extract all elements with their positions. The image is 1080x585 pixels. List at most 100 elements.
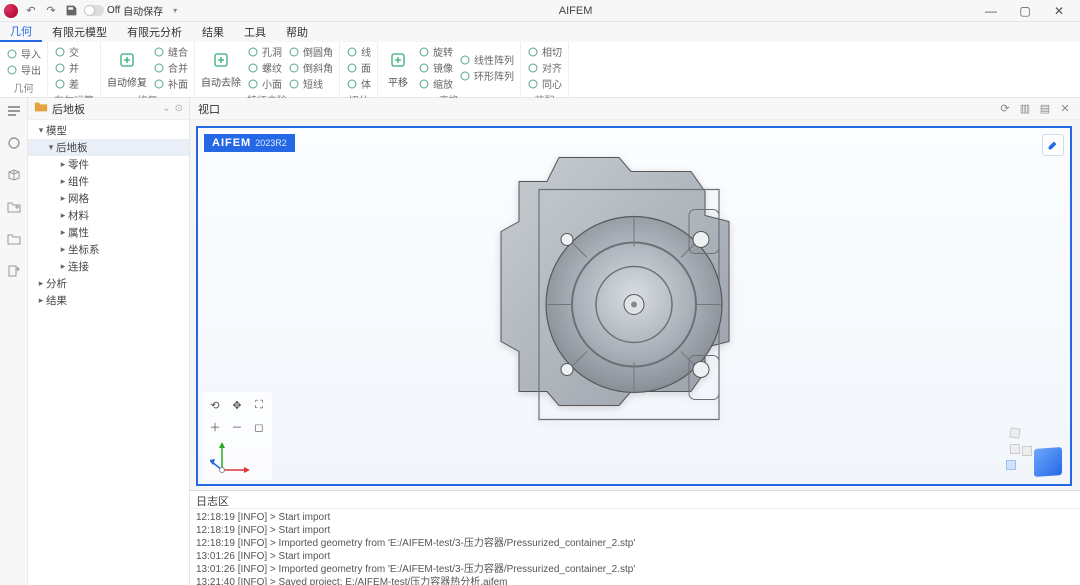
ribbon-旋转[interactable]: 旋转 bbox=[418, 44, 453, 59]
maximize-button[interactable]: ▢ bbox=[1008, 0, 1042, 22]
ribbon-对齐[interactable]: 对齐 bbox=[527, 60, 562, 75]
tree-caret-icon[interactable]: ▸ bbox=[58, 176, 68, 187]
strip-cube-icon[interactable] bbox=[5, 166, 23, 184]
ribbon-环形阵列[interactable]: 环形阵列 bbox=[459, 68, 514, 83]
toggle-pill-icon bbox=[84, 5, 104, 16]
ribbon-倒圆角[interactable]: 倒圆角 bbox=[288, 44, 333, 59]
tree-item-材料[interactable]: ▸材料 bbox=[28, 207, 189, 224]
ribbon-group-特征去除: 自动去除孔洞螺纹小面倒圆角倒斜角短线特征去除 bbox=[195, 42, 340, 97]
tree-item-组件[interactable]: ▸组件 bbox=[28, 173, 189, 190]
patch-icon bbox=[153, 78, 165, 90]
pan-view-icon[interactable]: ✥ bbox=[228, 396, 246, 414]
menu-结果[interactable]: 结果 bbox=[192, 22, 234, 42]
tree-caret-icon[interactable]: ▸ bbox=[58, 159, 68, 170]
strip-folder-add-icon[interactable] bbox=[5, 198, 23, 216]
ribbon-导出[interactable]: 导出 bbox=[6, 62, 41, 77]
vp-tool-icon[interactable] bbox=[1042, 134, 1064, 156]
tree-caret-icon[interactable]: ▸ bbox=[58, 193, 68, 204]
ribbon-交[interactable]: 交 bbox=[54, 44, 79, 59]
tree-item-零件[interactable]: ▸零件 bbox=[28, 156, 189, 173]
log-line: 12:18:19 [INFO] > Imported geometry from… bbox=[196, 537, 1074, 550]
rotate-view-icon[interactable]: ⟲ bbox=[206, 396, 224, 414]
ribbon-补面[interactable]: 补面 bbox=[153, 76, 188, 91]
ribbon-缩放[interactable]: 缩放 bbox=[418, 76, 453, 91]
vp-refresh-icon[interactable]: ⟳ bbox=[998, 102, 1012, 115]
log-line: 12:18:19 [INFO] > Start import bbox=[196, 511, 1074, 524]
tree-caret-icon[interactable]: ▸ bbox=[58, 244, 68, 255]
ribbon-合并[interactable]: 合并 bbox=[153, 60, 188, 75]
tree-caret-icon[interactable]: ▸ bbox=[36, 295, 46, 306]
box-zoom-icon[interactable]: ◻ bbox=[250, 418, 268, 436]
tree-item-属性[interactable]: ▸属性 bbox=[28, 224, 189, 241]
tree-caret-icon[interactable]: ▸ bbox=[58, 210, 68, 221]
menu-几何[interactable]: 几何 bbox=[0, 22, 42, 42]
tree-caret-icon[interactable]: ▸ bbox=[58, 261, 68, 272]
tree-settings-icon[interactable]: ⊙ bbox=[175, 103, 183, 114]
ribbon-并[interactable]: 并 bbox=[54, 60, 79, 75]
autosave-label: 自动保存 bbox=[123, 3, 163, 18]
ribbon-线[interactable]: 线 bbox=[346, 44, 371, 59]
toggle-state-label: Off bbox=[107, 5, 120, 16]
redo-icon[interactable]: ↷ bbox=[44, 4, 58, 18]
tree-item-连接[interactable]: ▸连接 bbox=[28, 258, 189, 275]
log-body[interactable]: 12:18:19 [INFO] > Start import 12:18:19 [… bbox=[190, 509, 1080, 585]
tree-caret-icon[interactable]: ▾ bbox=[46, 142, 56, 153]
vp-split-h-icon[interactable]: ▤ bbox=[1038, 102, 1052, 115]
save-icon[interactable] bbox=[64, 4, 78, 18]
tree-item-模型[interactable]: ▾模型 bbox=[28, 122, 189, 139]
ribbon-体[interactable]: 体 bbox=[346, 76, 371, 91]
mirror-icon bbox=[418, 62, 430, 74]
tree-item-后地板[interactable]: ▾后地板 bbox=[28, 139, 189, 156]
ribbon-导入[interactable]: 导入 bbox=[6, 46, 41, 61]
undo-icon[interactable]: ↶ bbox=[24, 4, 38, 18]
ribbon-螺纹[interactable]: 螺纹 bbox=[247, 60, 282, 75]
tree-item-分析[interactable]: ▸分析 bbox=[28, 275, 189, 292]
ribbon-缝合[interactable]: 缝合 bbox=[153, 44, 188, 59]
ribbon-线性阵列[interactable]: 线性阵列 bbox=[459, 52, 514, 67]
nav-cube[interactable] bbox=[992, 418, 1064, 478]
vp-close-icon[interactable]: ✕ bbox=[1058, 102, 1072, 115]
tree-caret-icon[interactable]: ▸ bbox=[36, 278, 46, 289]
menu-有限元模型[interactable]: 有限元模型 bbox=[42, 22, 117, 42]
tree-collapse-icon[interactable]: ⌄ bbox=[162, 103, 170, 114]
ribbon-差[interactable]: 差 bbox=[54, 76, 79, 91]
ribbon-面[interactable]: 面 bbox=[346, 60, 371, 75]
strip-folder-icon[interactable] bbox=[5, 230, 23, 248]
menu-有限元分析[interactable]: 有限元分析 bbox=[117, 22, 192, 42]
ribbon-短线[interactable]: 短线 bbox=[288, 76, 333, 91]
tree-item-结果[interactable]: ▸结果 bbox=[28, 292, 189, 309]
tree-caret-icon[interactable]: ▾ bbox=[36, 125, 46, 136]
ribbon-平移[interactable]: 平移 bbox=[384, 47, 412, 89]
tree-item-坐标系[interactable]: ▸坐标系 bbox=[28, 241, 189, 258]
ribbon-自动修复[interactable]: 自动修复 bbox=[107, 47, 147, 89]
viewport[interactable]: AIFEM 2023R2 bbox=[196, 126, 1072, 486]
navcube-face-icon[interactable] bbox=[1006, 460, 1016, 470]
ribbon-倒斜角[interactable]: 倒斜角 bbox=[288, 60, 333, 75]
ribbon-自动去除[interactable]: 自动去除 bbox=[201, 47, 241, 89]
navcube-face-icon[interactable] bbox=[1009, 427, 1020, 438]
thread-icon bbox=[247, 62, 259, 74]
strip-model-icon[interactable] bbox=[5, 102, 23, 120]
tree-item-网格[interactable]: ▸网格 bbox=[28, 190, 189, 207]
navcube-face-icon[interactable] bbox=[1022, 446, 1032, 456]
ribbon-孔洞[interactable]: 孔洞 bbox=[247, 44, 282, 59]
autosave-toggle[interactable]: Off 自动保存 bbox=[84, 3, 163, 18]
vp-split-v-icon[interactable]: ▥ bbox=[1018, 102, 1032, 115]
menu-帮助[interactable]: 帮助 bbox=[276, 22, 318, 42]
ribbon-同心[interactable]: 同心 bbox=[527, 76, 562, 91]
zoom-out-icon[interactable]: － bbox=[228, 418, 246, 436]
navcube-face-icon[interactable] bbox=[1010, 444, 1020, 454]
close-button[interactable]: ✕ bbox=[1042, 0, 1076, 22]
tree-caret-icon[interactable]: ▸ bbox=[58, 227, 68, 238]
ribbon-小面[interactable]: 小面 bbox=[247, 76, 282, 91]
ribbon-相切[interactable]: 相切 bbox=[527, 44, 562, 59]
ribbon-镜像[interactable]: 镜像 bbox=[418, 60, 453, 75]
fit-view-icon[interactable]: ⛶ bbox=[250, 396, 268, 414]
strip-export-icon[interactable] bbox=[5, 262, 23, 280]
viewport-tab[interactable]: 视口 bbox=[198, 101, 220, 117]
menu-工具[interactable]: 工具 bbox=[234, 22, 276, 42]
zoom-in-icon[interactable]: ＋ bbox=[206, 418, 224, 436]
navcube-main-icon[interactable] bbox=[1034, 447, 1062, 477]
minimize-button[interactable]: — bbox=[974, 0, 1008, 22]
strip-param-icon[interactable] bbox=[5, 134, 23, 152]
